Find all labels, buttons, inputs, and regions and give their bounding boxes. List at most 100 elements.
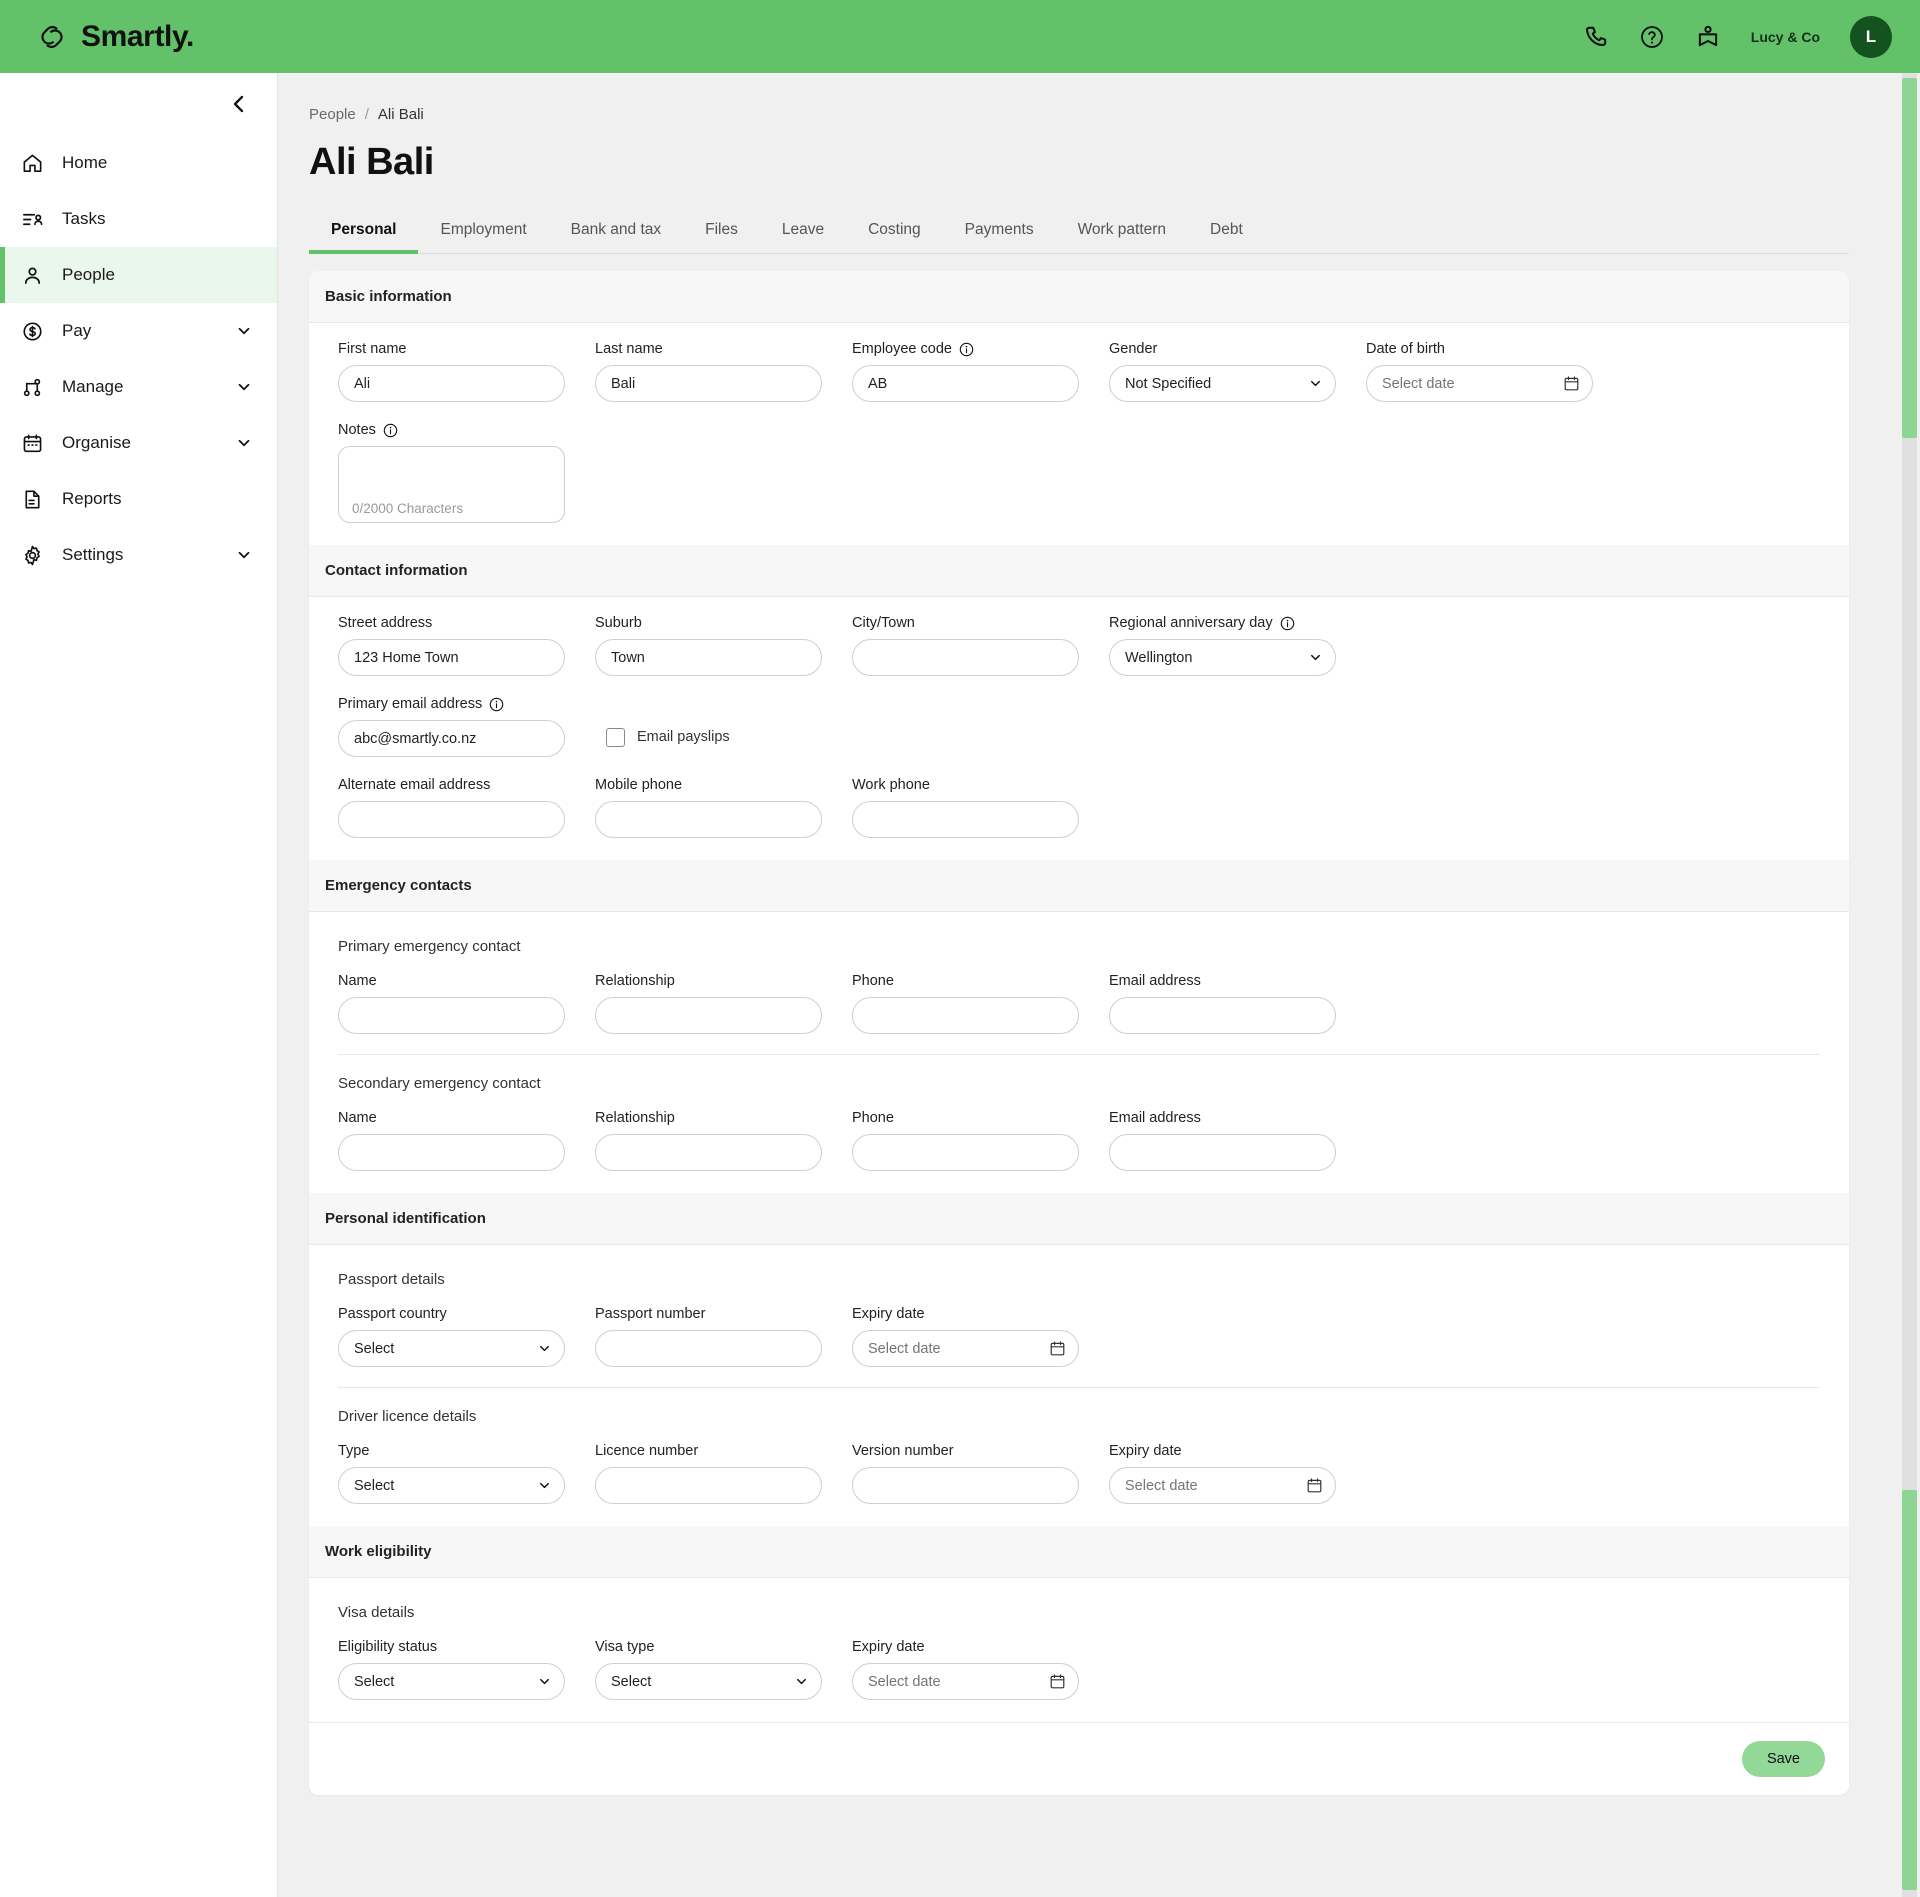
info-icon[interactable]: [383, 423, 398, 438]
label-licence-expiry-date: Expiry date: [1109, 1443, 1331, 1459]
visa-expiry-input[interactable]: [852, 1663, 1079, 1700]
gender-select-wrap: Not Specified: [1109, 365, 1336, 402]
passport-country-select[interactable]: Select: [338, 1330, 565, 1367]
secondary-emergency-name-input[interactable]: [338, 1134, 565, 1171]
sidebar-item-settings[interactable]: Settings: [0, 527, 277, 583]
secondary-emergency-relationship-input[interactable]: [595, 1134, 822, 1171]
tab-personal[interactable]: Personal: [309, 212, 418, 253]
sidebar-item-tasks[interactable]: Tasks: [0, 191, 277, 247]
field-visa-expiry-date: Expiry date: [839, 1639, 1074, 1700]
suburb-input[interactable]: [595, 639, 822, 676]
passport-number-input[interactable]: [595, 1330, 822, 1367]
sidebar-item-people[interactable]: People: [0, 247, 277, 303]
chevron-down-icon[interactable]: [235, 378, 253, 396]
settings-icon: [20, 543, 44, 567]
passport-expiry-wrap: [852, 1330, 1079, 1367]
avatar[interactable]: L: [1850, 16, 1892, 58]
label-version-number: Version number: [852, 1443, 1074, 1459]
home-icon: [20, 151, 44, 175]
email-payslips-checkbox-row[interactable]: Email payslips: [606, 717, 730, 757]
street-address-input[interactable]: [338, 639, 565, 676]
breadcrumb-people[interactable]: People: [309, 106, 356, 123]
primary-emergency-name-input[interactable]: [338, 997, 565, 1034]
eligibility-status-select[interactable]: Select: [338, 1663, 565, 1700]
primary-emergency-email-input[interactable]: [1109, 997, 1336, 1034]
tab-employment[interactable]: Employment: [418, 212, 548, 253]
city-town-input[interactable]: [852, 639, 1079, 676]
calendar-icon[interactable]: [1563, 375, 1580, 392]
regional-anniversary-day-select[interactable]: Wellington: [1109, 639, 1336, 676]
scrollbar-thumb-top[interactable]: [1902, 78, 1917, 438]
label-gender: Gender: [1109, 341, 1331, 357]
chevron-down-icon[interactable]: [235, 322, 253, 340]
field-secondary-emergency-relationship: Relationship: [582, 1110, 817, 1171]
licence-expiry-input[interactable]: [1109, 1467, 1336, 1504]
help-icon[interactable]: [1639, 24, 1665, 50]
chevron-down-icon[interactable]: [235, 546, 253, 564]
tab-debt[interactable]: Debt: [1188, 212, 1265, 253]
sidebar-item-label: Home: [62, 153, 107, 173]
tab-work-pattern[interactable]: Work pattern: [1056, 212, 1188, 253]
work-phone-input[interactable]: [852, 801, 1079, 838]
tab-files[interactable]: Files: [683, 212, 760, 253]
field-licence-number: Licence number: [582, 1443, 817, 1504]
primary-email-input[interactable]: [338, 720, 565, 757]
mobile-phone-input[interactable]: [595, 801, 822, 838]
sub-heading-visa-details: Visa details: [325, 1596, 1833, 1625]
primary-emergency-relationship-input[interactable]: [595, 997, 822, 1034]
tab-costing[interactable]: Costing: [846, 212, 943, 253]
contact-row-3: Alternate email address Mobile phone Wor…: [325, 777, 1833, 838]
brand-logo[interactable]: Smartly.: [35, 20, 194, 54]
version-number-input[interactable]: [852, 1467, 1079, 1504]
label-regional-anniversary-day-text: Regional anniversary day: [1109, 615, 1273, 631]
label-passport-expiry-date: Expiry date: [852, 1306, 1074, 1322]
sidebar-item-organise[interactable]: Organise: [0, 415, 277, 471]
sidebar-item-manage[interactable]: Manage: [0, 359, 277, 415]
chevron-left-icon[interactable]: [227, 92, 251, 116]
calendar-icon[interactable]: [1306, 1477, 1323, 1494]
gender-select[interactable]: Not Specified: [1109, 365, 1336, 402]
info-icon[interactable]: [1280, 616, 1295, 631]
employee-code-input[interactable]: [852, 365, 1079, 402]
alternate-email-input[interactable]: [338, 801, 565, 838]
field-date-of-birth: Date of birth: [1353, 341, 1588, 402]
sidebar-item-reports[interactable]: Reports: [0, 471, 277, 527]
scrollbar-thumb-bottom[interactable]: [1902, 1490, 1917, 1890]
label-date-of-birth: Date of birth: [1366, 341, 1588, 357]
tab-bank-and-tax[interactable]: Bank and tax: [549, 212, 683, 253]
secondary-emergency-phone-input[interactable]: [852, 1134, 1079, 1171]
sidebar-item-pay[interactable]: Pay: [0, 303, 277, 359]
first-name-input[interactable]: [338, 365, 565, 402]
calendar-icon[interactable]: [1049, 1340, 1066, 1357]
email-payslips-checkbox[interactable]: [606, 728, 625, 747]
date-of-birth-input[interactable]: [1366, 365, 1593, 402]
chevron-down-icon[interactable]: [235, 434, 253, 452]
visa-type-select[interactable]: Select: [595, 1663, 822, 1700]
licence-type-select[interactable]: Select: [338, 1467, 565, 1504]
primary-emergency-contact-row: Name Relationship Phone Email address: [325, 973, 1833, 1034]
regional-anniversary-day-select-wrap: Wellington: [1109, 639, 1336, 676]
sub-heading-secondary-emergency-contact: Secondary emergency contact: [325, 1067, 1833, 1096]
phone-icon[interactable]: [1583, 24, 1609, 50]
sidebar-item-label: People: [62, 265, 115, 285]
tab-payments[interactable]: Payments: [943, 212, 1056, 253]
field-licence-type: Type Select: [325, 1443, 560, 1504]
sidebar-item-label: Tasks: [62, 209, 105, 229]
last-name-input[interactable]: [595, 365, 822, 402]
field-work-phone: Work phone: [839, 777, 1074, 838]
info-icon[interactable]: [959, 342, 974, 357]
calendar-icon[interactable]: [1049, 1673, 1066, 1690]
save-button[interactable]: Save: [1742, 1741, 1825, 1777]
sidebar-item-home[interactable]: Home: [0, 135, 277, 191]
licence-number-input[interactable]: [595, 1467, 822, 1504]
secondary-emergency-email-input[interactable]: [1109, 1134, 1336, 1171]
section-body-personal-identification: Passport details Passport country Select…: [309, 1245, 1849, 1526]
notes-textarea[interactable]: [339, 447, 564, 501]
sidebar-item-label: Pay: [62, 321, 91, 341]
tab-leave[interactable]: Leave: [760, 212, 846, 253]
learning-icon[interactable]: [1695, 24, 1721, 50]
passport-expiry-input[interactable]: [852, 1330, 1079, 1367]
info-icon[interactable]: [489, 697, 504, 712]
primary-emergency-phone-input[interactable]: [852, 997, 1079, 1034]
label-primary-email: Primary email address: [338, 696, 560, 712]
